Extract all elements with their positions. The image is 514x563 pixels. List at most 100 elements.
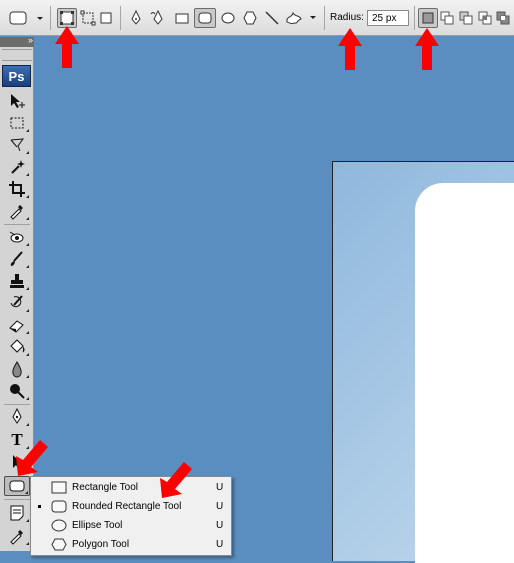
subtract-button[interactable] [457, 8, 475, 28]
eyedropper-tool-icon [10, 205, 23, 220]
polygon-icon [243, 11, 257, 25]
custom-shape-icon [286, 11, 316, 25]
menu-item-label: Rectangle Tool [72, 482, 138, 493]
color-sampler-tool[interactable] [4, 526, 30, 546]
menu-item-polygon-tool[interactable]: Polygon Tool U [31, 535, 231, 554]
rectangle-icon [51, 481, 67, 494]
ellipse-icon [221, 12, 235, 24]
menu-item-shortcut: U [216, 520, 224, 531]
brush-tool[interactable] [4, 249, 30, 269]
rounded-rectangle-icon [9, 11, 43, 25]
notes-tool[interactable] [4, 503, 30, 523]
paths-icon [80, 10, 96, 26]
collapse-icon: » [27, 35, 33, 45]
separator [120, 6, 121, 30]
add-to-shape-area-icon [440, 11, 454, 25]
freeform-pen-icon [150, 10, 163, 25]
photoshop-logo[interactable]: Ps [2, 65, 31, 87]
create-new-shape-layer-button[interactable] [418, 8, 438, 28]
healing-brush-icon [9, 231, 24, 243]
lasso-tool-icon [10, 138, 25, 152]
freeform-pen-button[interactable] [148, 8, 168, 28]
separator [50, 6, 51, 30]
crop-tool[interactable] [4, 179, 30, 199]
custom-shape-tool-button[interactable] [284, 8, 320, 28]
menu-item-label: Ellipse Tool [72, 520, 123, 531]
blur-tool[interactable] [4, 359, 30, 379]
toolbox-header[interactable]: » [0, 35, 34, 47]
rounded-rectangle-tool-button[interactable] [194, 8, 216, 28]
eraser-tool-icon [9, 320, 24, 333]
fill-pixels-button[interactable] [96, 8, 116, 28]
tool-preset-picker[interactable] [6, 8, 44, 28]
shape-tool-flyout-menu: Rectangle Tool U Rounded Rectangle Tool … [30, 476, 232, 556]
menu-item-label: Rounded Rectangle Tool [72, 501, 182, 512]
separator [414, 6, 415, 30]
dodge-tool-icon [10, 384, 25, 399]
radius-label: Radius: [330, 12, 364, 23]
radius-input[interactable]: 25 px [367, 10, 409, 26]
line-icon [265, 11, 279, 25]
history-brush-icon [10, 295, 23, 308]
menu-item-label: Polygon Tool [72, 539, 130, 550]
create-new-shape-layer-icon [422, 12, 434, 24]
intersect-icon [478, 11, 492, 25]
paint-bucket-icon [10, 339, 25, 353]
eyedropper-tool-icon [10, 530, 23, 545]
paths-button[interactable] [78, 8, 98, 28]
shape-layers-icon [60, 11, 74, 25]
ellipse-icon [51, 519, 67, 532]
clone-stamp-icon [10, 274, 24, 288]
rectangle-tool-button[interactable] [172, 8, 192, 28]
lasso-tool[interactable] [4, 135, 30, 155]
move-tool[interactable] [4, 91, 30, 111]
magic-wand-icon [11, 160, 25, 174]
menu-item-shortcut: U [216, 501, 224, 512]
rounded-rectangle-tool[interactable] [4, 476, 30, 496]
rounded-rectangle-shape [415, 183, 514, 563]
exclude-button[interactable] [494, 8, 512, 28]
polygon-tool-button[interactable] [240, 8, 260, 28]
intersect-button[interactable] [476, 8, 494, 28]
red-arrow-icon [55, 26, 79, 68]
polygon-icon [51, 538, 67, 551]
rounded-rectangle-icon [198, 12, 212, 24]
pen-icon [131, 10, 141, 25]
radius-value: 25 px [372, 13, 397, 24]
menu-item-rectangle-tool[interactable]: Rectangle Tool U [31, 478, 231, 497]
shape-layers-button[interactable] [57, 8, 77, 28]
magic-wand-tool[interactable] [4, 157, 30, 177]
pen-tool-button[interactable] [126, 8, 146, 28]
menu-item-shortcut: U [216, 482, 224, 493]
ellipse-tool-button[interactable] [218, 8, 238, 28]
menu-item-rounded-rectangle-tool[interactable]: Rounded Rectangle Tool U [31, 497, 231, 516]
clone-stamp-tool[interactable] [4, 271, 30, 291]
pen-tool-icon [12, 408, 22, 424]
red-arrow-icon [16, 440, 48, 476]
menu-item-ellipse-tool[interactable]: Ellipse Tool U [31, 516, 231, 535]
rounded-rectangle-icon [51, 500, 67, 513]
marquee-tool-icon [10, 117, 24, 129]
dodge-tool[interactable] [4, 381, 30, 401]
red-arrow-icon [415, 28, 439, 70]
separator [324, 6, 325, 30]
add-to-shape-area-button[interactable] [438, 8, 456, 28]
blur-tool-icon [12, 361, 22, 378]
move-tool-icon [11, 94, 25, 108]
brush-tool-icon [10, 251, 23, 266]
history-brush-tool[interactable] [4, 293, 30, 313]
marquee-tool[interactable] [4, 113, 30, 133]
rounded-rectangle-tool-icon [9, 480, 25, 492]
eraser-tool[interactable] [4, 315, 30, 335]
notes-tool-icon [10, 505, 24, 521]
red-arrow-icon [160, 462, 192, 498]
menu-item-shortcut: U [216, 539, 224, 550]
crop-tool-icon [9, 181, 25, 197]
red-arrow-icon [338, 28, 362, 70]
toolbox-grip[interactable] [2, 49, 32, 61]
healing-brush-tool[interactable] [4, 227, 30, 247]
pen-tool[interactable] [4, 407, 30, 427]
line-tool-button[interactable] [262, 8, 282, 28]
paint-bucket-tool[interactable] [4, 337, 30, 357]
eyedropper-tool[interactable] [4, 201, 30, 221]
